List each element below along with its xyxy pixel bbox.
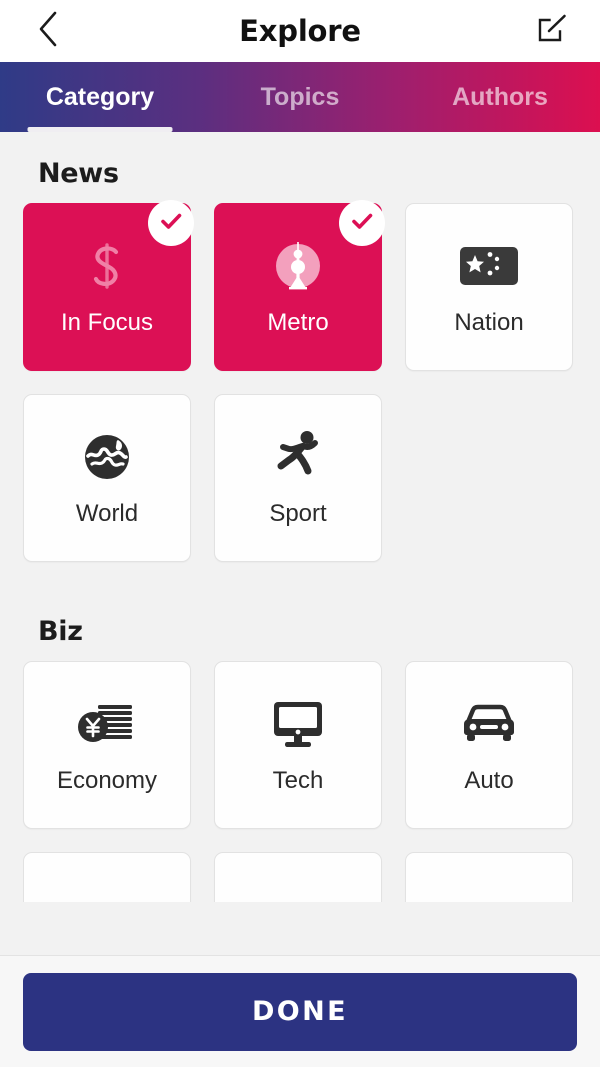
app-header: Explore [0,0,600,62]
card-label: Metro [267,309,329,336]
compose-edit-icon [536,13,568,50]
news-card-grid: In Focus Metro Nation World Sport [23,200,577,562]
boat-icon [79,900,135,902]
flag-stars-icon [458,237,520,295]
tab-label: Category [45,82,155,111]
compose-button[interactable] [530,9,574,53]
section-title-news: News [38,158,119,189]
check-icon [348,207,376,240]
s-monogram-icon [79,237,135,295]
category-card-economy[interactable]: Economy [23,661,191,829]
yen-coins-icon [76,695,138,753]
category-card-auto[interactable]: Auto [405,661,573,829]
category-list[interactable]: News In Focus Metro Nation World Sport B… [0,132,600,955]
running-person-icon [271,428,325,486]
category-card-world[interactable]: World [23,394,191,562]
tab-category[interactable]: Category [0,62,200,132]
card-label: Auto [464,767,514,794]
category-card-partial[interactable] [214,852,382,902]
category-card-partial[interactable] [23,852,191,902]
explore-screen: Explore Category Topics Authors News In … [0,0,600,1067]
car-front-icon [458,695,520,753]
back-button[interactable] [26,9,70,53]
category-card-partial[interactable] [405,852,573,902]
section-title-biz: Biz [38,616,83,647]
category-card-sport[interactable]: Sport [214,394,382,562]
pearl-tower-icon [270,237,326,295]
done-button[interactable]: DONE [23,972,577,1051]
card-label: In Focus [60,309,154,336]
page-title: Explore [239,14,361,48]
chevron-left-icon [36,9,60,54]
check-icon [157,207,185,240]
category-card-in-focus[interactable]: In Focus [23,200,194,371]
footer-bar: DONE [0,955,600,1067]
tab-label: Topics [260,82,340,111]
tab-topics[interactable]: Topics [200,62,400,132]
tab-label: Authors [452,82,548,111]
check-badge [339,200,385,246]
biz-card-grid-clipped [23,852,577,902]
category-card-metro[interactable]: Metro [214,200,385,371]
card-label: Tech [272,767,324,794]
category-card-tech[interactable]: Tech [214,661,382,829]
card-label: World [75,500,139,527]
globe-icon [80,428,134,486]
card-label: Economy [56,767,158,794]
plane-icon [461,900,517,902]
tab-authors[interactable]: Authors [400,62,600,132]
bank-building-icon [270,900,326,902]
category-card-nation[interactable]: Nation [405,203,573,371]
card-label: Sport [269,500,327,527]
card-label: Nation [454,309,524,336]
biz-card-grid: Economy Tech Auto [23,661,577,829]
check-badge [148,200,194,246]
monitor-icon [269,695,327,753]
tab-bar: Category Topics Authors [0,62,600,132]
